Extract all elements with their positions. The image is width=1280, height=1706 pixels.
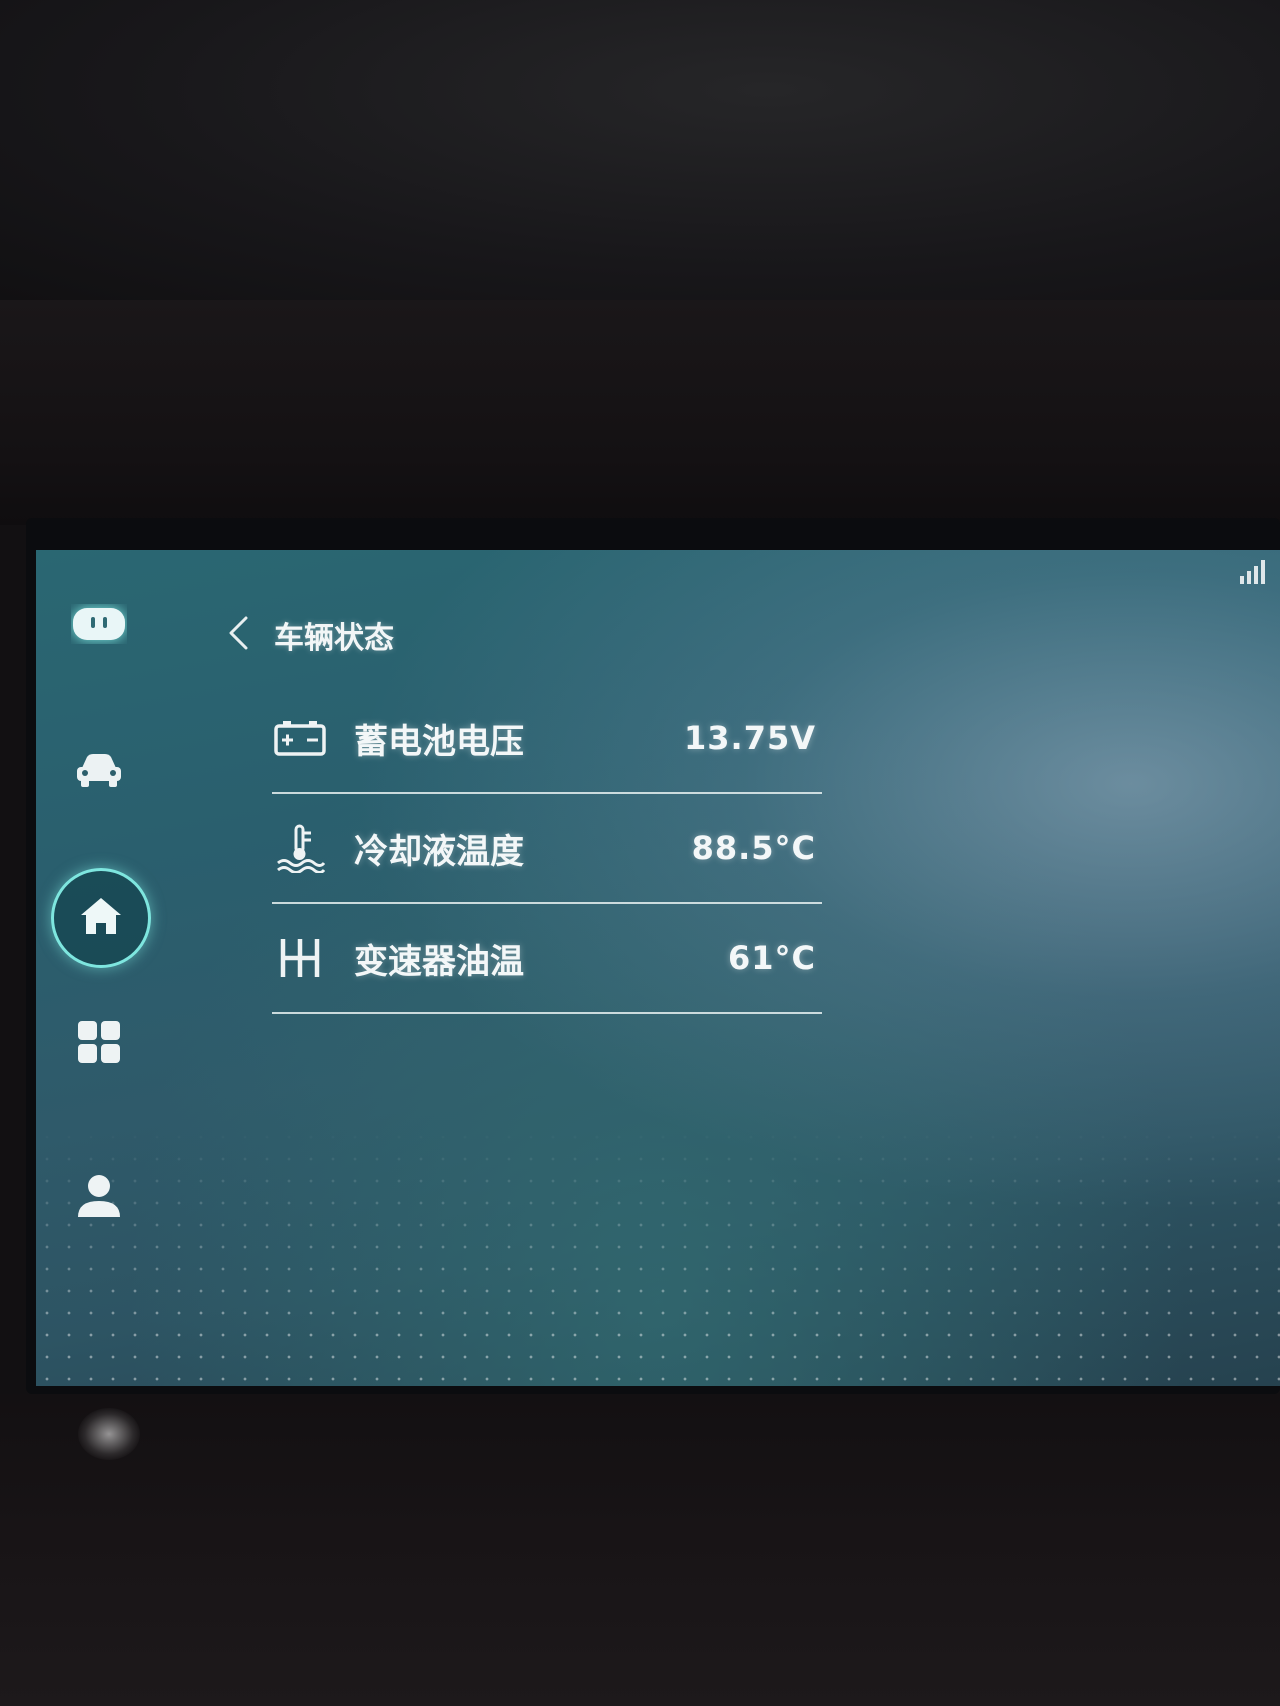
user-profile-icon xyxy=(74,1171,124,1225)
status-value: 13.75V xyxy=(684,719,816,757)
dotted-background-pattern xyxy=(36,1126,1280,1386)
infotainment-screen: 车辆状态 蓄电池电压 13.75V 冷却液温度 88.5°C 变速器油温 61°… xyxy=(36,550,1280,1386)
coolant-temperature-icon xyxy=(272,820,328,876)
sidebar-item-user[interactable] xyxy=(71,1170,127,1226)
page-title: 车辆状态 xyxy=(274,621,394,656)
light-reflection xyxy=(78,1408,140,1460)
home-icon xyxy=(78,895,124,941)
sidebar-item-apps[interactable] xyxy=(71,1016,127,1072)
sidebar xyxy=(36,550,176,1386)
assistant-icon xyxy=(71,604,127,648)
status-row-coolant: 冷却液温度 88.5°C xyxy=(272,794,822,904)
status-row-transmission: 变速器油温 61°C xyxy=(272,904,822,1014)
battery-icon xyxy=(272,710,328,766)
sidebar-item-car[interactable] xyxy=(71,744,127,800)
vehicle-status-list: 蓄电池电压 13.75V 冷却液温度 88.5°C 变速器油温 61°C xyxy=(272,684,822,1014)
sidebar-item-assistant[interactable] xyxy=(71,598,127,654)
chevron-left-icon xyxy=(226,615,250,655)
signal-strength-icon xyxy=(1238,556,1270,590)
apps-grid-icon xyxy=(76,1019,122,1069)
page-header: 车辆状态 xyxy=(216,610,394,660)
gear-shifter-icon xyxy=(272,930,328,986)
status-value: 88.5°C xyxy=(691,829,816,867)
dashboard-mid-trim xyxy=(0,300,1280,525)
status-value: 61°C xyxy=(727,939,816,977)
status-label: 冷却液温度 xyxy=(354,831,524,872)
car-icon xyxy=(72,750,126,794)
back-button[interactable] xyxy=(216,613,260,657)
dashboard-lower-trim xyxy=(0,1394,1280,1706)
dashboard-upper-trim xyxy=(0,0,1280,300)
status-label: 蓄电池电压 xyxy=(354,721,524,762)
sidebar-item-home[interactable] xyxy=(51,868,151,968)
status-row-battery: 蓄电池电压 13.75V xyxy=(272,684,822,794)
status-label: 变速器油温 xyxy=(354,941,524,982)
